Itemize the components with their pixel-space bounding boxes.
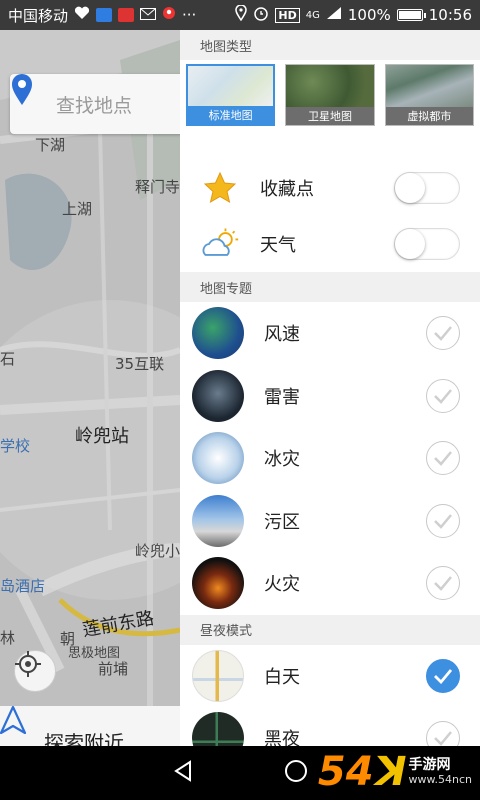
weather-row: 天气 — [180, 216, 480, 272]
topic-label: 雷害 — [264, 386, 300, 408]
app-notification-icon — [96, 8, 113, 22]
topic-check[interactable] — [426, 441, 460, 475]
watermark-title: 手游网 — [408, 757, 451, 774]
mode-row-night[interactable]: 黑夜 — [180, 707, 480, 746]
map-type-satellite[interactable]: 卫星地图 — [285, 64, 375, 126]
video-notification-icon — [118, 8, 135, 22]
map-label: 学校 — [0, 437, 31, 455]
map-label: 下湖 — [35, 136, 66, 154]
map-settings-drawer: 地图类型 标准地图 卫星地图 虚拟都市 收藏点 天气 地图专题 风速 雷害 冰灾… — [180, 30, 480, 746]
topic-label: 风速 — [264, 324, 300, 346]
carrier-name: 中国移动 — [8, 6, 69, 25]
lightning-thumbnail — [192, 369, 244, 422]
home-icon[interactable] — [284, 759, 308, 787]
day-map-thumbnail — [192, 649, 244, 702]
map-label: 石 — [0, 350, 16, 368]
favorites-label: 收藏点 — [260, 179, 314, 200]
system-navigation-bar: 54 ꓘ 手游网 www.54ncn — [0, 746, 480, 800]
night-map-thumbnail — [192, 712, 244, 746]
search-placeholder: 查找地点 — [56, 94, 133, 117]
topic-row-lightning[interactable]: 雷害 — [180, 365, 480, 428]
hd-icon: HD — [275, 7, 300, 23]
mail-icon — [140, 6, 157, 24]
section-header-day-night: 昼夜模式 — [180, 614, 480, 645]
section-header-topics: 地图专题 — [180, 272, 480, 302]
more-notifications-icon: ··· — [182, 6, 197, 24]
weather-icon — [200, 224, 240, 264]
topic-check[interactable] — [426, 378, 460, 413]
map-type-virtual-city[interactable]: 虚拟都市 — [384, 64, 474, 126]
clock-time: 10:56 — [428, 6, 472, 24]
map-type-label: 虚拟都市 — [385, 107, 473, 125]
map-label: 35互联 — [115, 355, 165, 373]
pollution-thumbnail — [192, 494, 244, 547]
alarm-icon — [253, 5, 269, 25]
topic-row-ice[interactable]: 冰灾 — [180, 427, 480, 490]
topic-check[interactable] — [426, 503, 460, 538]
standard-map-thumbnail — [188, 66, 274, 106]
map-type-label: 标准地图 — [188, 106, 274, 124]
star-icon — [200, 168, 240, 208]
heart-icon — [74, 6, 90, 24]
map-type-selector: 标准地图 卫星地图 虚拟都市 — [180, 60, 480, 160]
favorites-toggle[interactable] — [394, 172, 460, 204]
topic-row-pollution[interactable]: 污区 — [180, 490, 480, 553]
ice-thumbnail — [192, 432, 244, 485]
topic-row-wind[interactable]: 风速 — [180, 302, 480, 365]
watermark-logo: 54 ꓘ 手游网 www.54ncn — [318, 752, 472, 792]
locate-me-button[interactable] — [14, 650, 56, 692]
back-icon[interactable] — [172, 760, 194, 786]
satellite-map-thumbnail — [286, 65, 374, 107]
location-notification-icon — [162, 6, 176, 24]
mode-label: 黑夜 — [264, 729, 300, 746]
map-label: 岛酒店 — [0, 577, 46, 595]
status-bar: 中国移动 ··· HD 4G 100% 10:56 — [0, 0, 480, 30]
topic-row-fire[interactable]: 火灾 — [180, 552, 480, 615]
watermark-glyph: ꓘ — [375, 749, 407, 795]
section-header-map-type: 地图类型 — [180, 30, 480, 60]
map-label: 释门寺 — [135, 178, 181, 196]
gps-icon — [235, 4, 248, 25]
signal-icon — [326, 6, 342, 24]
fire-thumbnail — [192, 557, 244, 610]
map-label: 岭兜站 — [75, 426, 129, 447]
battery-percent: 100% — [347, 6, 391, 24]
wind-thumbnail — [192, 307, 244, 360]
favorites-row: 收藏点 — [180, 160, 480, 216]
map-label: 前埔 — [98, 660, 129, 678]
watermark-number: 54 — [317, 749, 374, 795]
mode-label: 白天 — [264, 666, 300, 688]
virtual-city-thumbnail — [385, 65, 473, 107]
map-type-label: 卫星地图 — [286, 107, 374, 125]
topic-label: 冰灾 — [264, 449, 300, 471]
watermark-domain: www.54ncn — [408, 772, 472, 786]
explore-nearby-label: 探索附近 — [44, 730, 124, 747]
topic-label: 污区 — [264, 511, 300, 533]
map-label: 林 — [0, 629, 16, 647]
explore-nearby-button[interactable]: 探索附近 — [0, 706, 180, 746]
topic-check[interactable] — [426, 566, 460, 600]
topic-label: 火灾 — [264, 574, 300, 596]
map-label: 朝 — [60, 630, 76, 648]
network-type: 4G — [305, 9, 320, 21]
mode-check-selected[interactable] — [426, 658, 460, 693]
weather-label: 天气 — [260, 235, 296, 256]
map-label: 上湖 — [62, 200, 93, 218]
map-type-standard[interactable]: 标准地图 — [186, 64, 276, 126]
battery-icon — [396, 9, 426, 21]
topic-check[interactable] — [426, 316, 460, 350]
weather-toggle[interactable] — [394, 228, 460, 260]
map-label: 岭兜小 — [135, 542, 181, 560]
mode-row-day[interactable]: 白天 — [180, 645, 480, 708]
mode-check[interactable] — [426, 721, 460, 746]
